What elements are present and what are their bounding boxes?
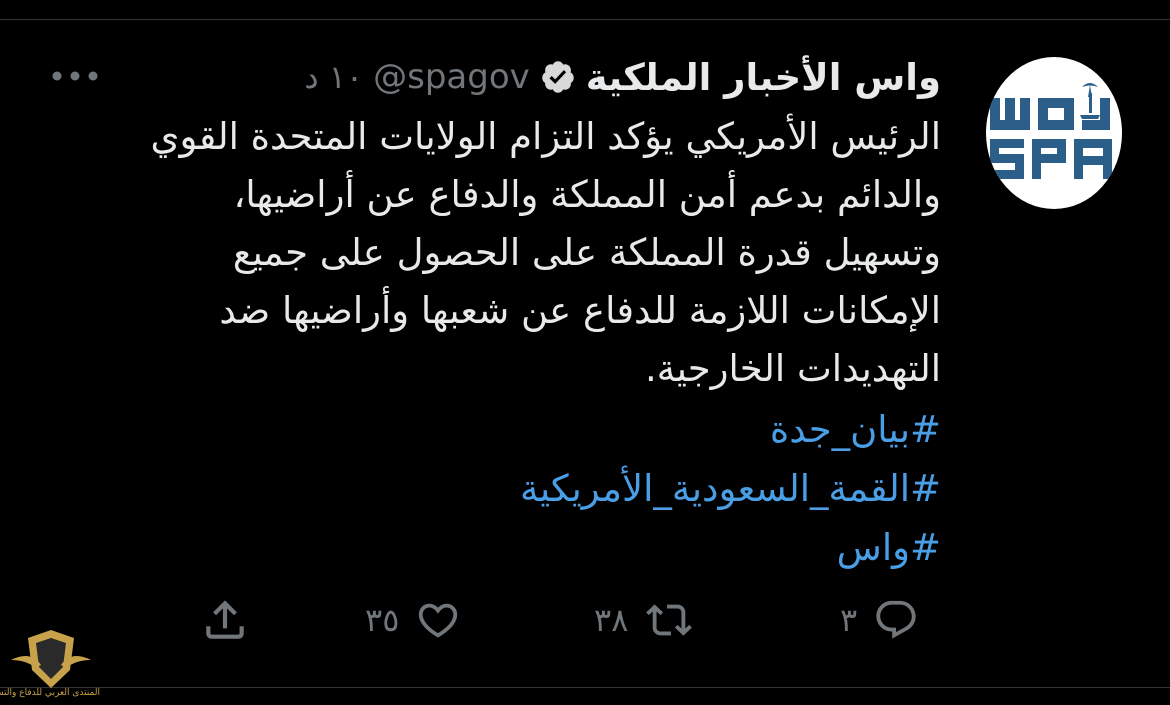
retweet-button[interactable]: ٣٨ <box>594 595 694 645</box>
hashtag-link[interactable]: #القمة_السعودية_الأمريكية <box>61 459 941 518</box>
bottom-divider <box>0 687 1170 688</box>
more-dots-icon[interactable] <box>50 58 100 94</box>
watermark-caption: المنتدى العربي للدفاع والتسليح <box>0 688 100 698</box>
like-count: ٣٥ <box>365 601 400 639</box>
tweet-text-line: الرئيس الأمريكي يؤكد التزام الولايات الم… <box>150 115 941 158</box>
display-name[interactable]: واس الأخبار الملكية <box>586 56 941 99</box>
spa-logo <box>990 83 1112 179</box>
tweet-text-line: الإمكانات اللازمة للدفاع عن شعبها وأراضي… <box>219 289 941 332</box>
hashtag-link[interactable]: #واس <box>61 518 941 577</box>
tweet-header: واس الأخبار الملكية @spagov ١٠ د <box>304 52 941 102</box>
hashtag-list: #بيان_جدة #القمة_السعودية_الأمريكية #واس <box>61 400 941 577</box>
verified-badge-icon <box>541 61 574 93</box>
share-upload-icon <box>206 600 244 639</box>
reply-button[interactable]: ٣ <box>840 595 919 645</box>
timestamp[interactable]: ١٠ د <box>304 58 363 96</box>
heart-icon <box>419 603 458 638</box>
handle[interactable]: @spagov <box>373 57 530 97</box>
top-divider <box>0 19 1170 20</box>
retweet-count: ٣٨ <box>594 601 629 639</box>
tweet-screen: واس الأخبار الملكية @spagov ١٠ د الرئيس … <box>0 0 1170 705</box>
retweet-arrows-icon <box>646 604 693 636</box>
reply-count: ٣ <box>840 601 858 639</box>
like-button[interactable]: ٣٥ <box>365 595 461 645</box>
avatar[interactable] <box>986 57 1122 209</box>
tweet-text-line: التهديدات الخارجية. <box>645 347 941 390</box>
tweet-text-line: وتسهيل قدرة المملكة على الحصول على جميع <box>232 231 941 274</box>
tweet-text: الرئيس الأمريكي يؤكد التزام الولايات الم… <box>61 108 941 398</box>
hashtag-link[interactable]: #بيان_جدة <box>61 400 941 459</box>
reply-bubble-icon <box>876 600 916 639</box>
tweet-text-line: والدائم بدعم أمن المملكة والدفاع عن أراض… <box>233 173 941 216</box>
share-button[interactable] <box>200 595 250 645</box>
